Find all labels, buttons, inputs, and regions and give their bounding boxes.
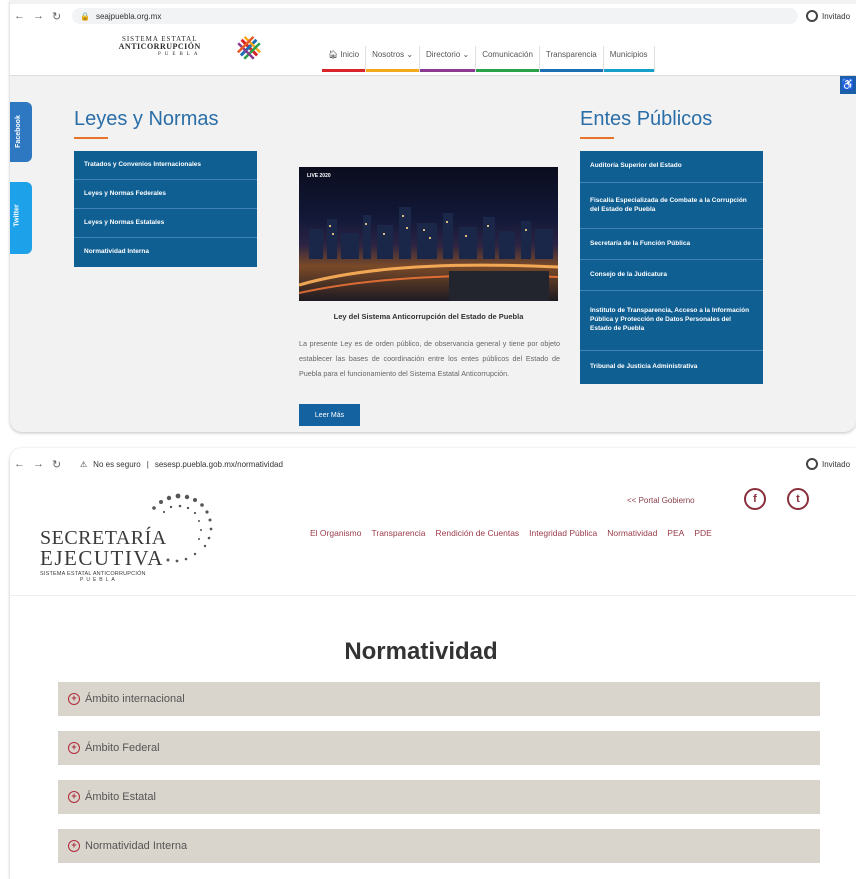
accordion-label: Ámbito Federal [85, 742, 160, 754]
screenshot-normatividad: ← → ↻ ⚠ No es seguro | sesesp.puebla.gob… [10, 448, 856, 879]
accessibility-icon[interactable]: ♿ [840, 76, 856, 94]
lock-icon: 🔒 [80, 11, 90, 21]
nav-label: Nosotros [372, 50, 405, 59]
user-icon [806, 458, 818, 470]
entes-item[interactable]: Instituto de Transparencia, Acceso a la … [580, 291, 763, 351]
browser-toolbar: ← → ↻ ⚠ No es seguro | sesesp.puebla.gob… [10, 452, 856, 476]
logo-dots-icon [152, 493, 213, 563]
plus-circle-icon: + [68, 693, 80, 705]
nav-item-rendicion[interactable]: Rendición de Cuentas [436, 528, 520, 538]
security-label: No es seguro [93, 459, 141, 469]
portal-gobierno-link[interactable]: << Portal Gobierno [627, 496, 695, 505]
browser-toolbar: ← → ↻ 🔒 seajpuebla.org.mx Invitado [10, 4, 856, 28]
address-bar[interactable]: ⚠ No es seguro | sesesp.puebla.gob.mx/no… [72, 456, 798, 472]
leyes-item[interactable]: Normatividad Interna [74, 238, 257, 267]
accordion-item-interna[interactable]: + Normatividad Interna [58, 829, 820, 863]
reload-icon[interactable]: ↻ [52, 458, 61, 471]
leyes-item[interactable]: Tratados y Convenios Internacionales [74, 151, 257, 180]
nav-item-pea[interactable]: PEA [667, 528, 684, 538]
nav-item-inicio[interactable]: 🏠︎ Inicio [322, 46, 367, 72]
chevron-down-icon: ⌄ [406, 50, 414, 59]
warning-icon: ⚠ [80, 459, 88, 469]
browser-nav: ← → ↻ [10, 458, 72, 471]
back-icon[interactable]: ← [14, 458, 25, 470]
profile-button[interactable]: Invitado [798, 458, 856, 470]
entes-item[interactable]: Tribunal de Justicia Administrativa [580, 351, 763, 384]
main-nav: 🏠︎ Inicio Nosotros ⌄ Directorio ⌄ Comuni… [322, 46, 655, 72]
nav-label: Municipios [609, 50, 648, 59]
nav-label: Comunicación [482, 50, 533, 59]
logo-mark-icon [236, 35, 262, 60]
main-nav: El Organismo Transparencia Rendición de … [310, 528, 712, 538]
nav-item-integridad[interactable]: Integridad Pública [529, 528, 597, 538]
accordion-item-internacional[interactable]: + Ámbito internacional [58, 682, 820, 716]
back-icon[interactable]: ← [14, 10, 25, 22]
forward-icon[interactable]: → [33, 458, 44, 470]
plus-circle-icon: + [68, 840, 80, 852]
article-body: La presente Ley es de orden público, de … [299, 339, 560, 378]
accordion-label: Ámbito Estatal [85, 791, 156, 803]
accordion-label: Normatividad Interna [85, 840, 188, 852]
nav-item-comunicacion[interactable]: Comunicación [476, 46, 540, 72]
twitter-label: Twitter [13, 204, 21, 227]
nav-item-municipios[interactable]: Municipios [603, 46, 655, 72]
url-text: seajpuebla.org.mx [95, 11, 162, 21]
site-logo-text[interactable]: SISTEMA ESTATAL ANTICORRUPCIÓN PUEBLA [118, 35, 202, 57]
logo-line-2: ANTICORRUPCIÓN [118, 42, 201, 52]
reload-icon[interactable]: ↻ [52, 10, 61, 23]
forward-icon[interactable]: → [33, 10, 44, 22]
logo-line-3: PUEBLA [158, 51, 202, 57]
facebook-icon[interactable]: f [744, 488, 766, 510]
article-image[interactable]: LIVE 2020 [299, 167, 558, 301]
entes-title: Entes Públicos [580, 108, 713, 130]
nav-label: Inicio [340, 50, 360, 59]
nav-item-nosotros[interactable]: Nosotros ⌄ [366, 46, 421, 72]
profile-label: Invitado [822, 11, 851, 21]
nav-label: Transparencia [545, 50, 597, 59]
entes-item[interactable]: Auditoría Superior del Estado [580, 151, 763, 183]
accordion-item-federal[interactable]: + Ámbito Federal [58, 731, 820, 765]
nav-item-pde[interactable]: PDE [694, 528, 711, 538]
leyes-item[interactable]: Leyes y Normas Federales [74, 180, 257, 209]
nav-item-normatividad[interactable]: Normatividad [607, 528, 657, 538]
nav-item-directorio[interactable]: Directorio ⌄ [420, 46, 477, 72]
accordion-item-estatal[interactable]: + Ámbito Estatal [58, 780, 820, 814]
accordion-label: Ámbito internacional [85, 693, 185, 705]
site-header: SISTEMA ESTATAL ANTICORRUPCIÓN PUEBLA 🏠︎… [10, 28, 856, 76]
entes-item[interactable]: Secretaría de la Función Pública [580, 229, 763, 260]
twitter-tab[interactable]: Twitter [10, 182, 32, 254]
nav-item-transparencia[interactable]: Transparencia [372, 528, 426, 538]
url-text: sesesp.puebla.gob.mx/normatividad [154, 459, 283, 469]
browser-nav: ← → ↻ [10, 10, 72, 23]
facebook-label: Facebook [14, 115, 22, 148]
entes-item[interactable]: Fiscalía Especializada de Combate a la C… [580, 183, 763, 229]
plus-circle-icon: + [68, 791, 80, 803]
profile-button[interactable]: Invitado [798, 10, 856, 22]
nav-item-organismo[interactable]: El Organismo [310, 528, 362, 538]
entes-item[interactable]: Consejo de la Judicatura [580, 260, 763, 291]
article-title: Ley del Sistema Anticorrupción del Estad… [333, 312, 524, 321]
facebook-tab[interactable]: Facebook [10, 102, 32, 162]
chevron-down-icon: ⌄ [462, 50, 470, 59]
leyes-item[interactable]: Leyes y Normas Estatales [74, 209, 257, 238]
city-skyline-image [299, 207, 558, 301]
home-icon: 🏠︎ [328, 50, 341, 59]
page-title: Normatividad [344, 638, 498, 665]
title-underline [74, 137, 108, 139]
read-more-button[interactable]: Leer Más [299, 404, 360, 426]
entes-list: Auditoría Superior del Estado Fiscalía E… [580, 151, 763, 384]
user-icon [806, 10, 818, 22]
leyes-title: Leyes y Normas [74, 108, 219, 130]
screenshot-sea-home: ← → ↻ 🔒 seajpuebla.org.mx Invitado SISTE… [10, 0, 856, 432]
separator: | [146, 459, 149, 469]
logo-line-4: PUEBLA [80, 576, 118, 583]
twitter-icon[interactable]: t [787, 488, 809, 510]
plus-circle-icon: + [68, 742, 80, 754]
address-bar[interactable]: 🔒 seajpuebla.org.mx [72, 8, 798, 24]
profile-label: Invitado [822, 459, 851, 469]
nav-item-transparencia[interactable]: Transparencia [539, 46, 604, 72]
title-underline [580, 137, 614, 139]
nav-label: Directorio [426, 50, 461, 59]
leyes-list: Tratados y Convenios Internacionales Ley… [74, 151, 257, 267]
